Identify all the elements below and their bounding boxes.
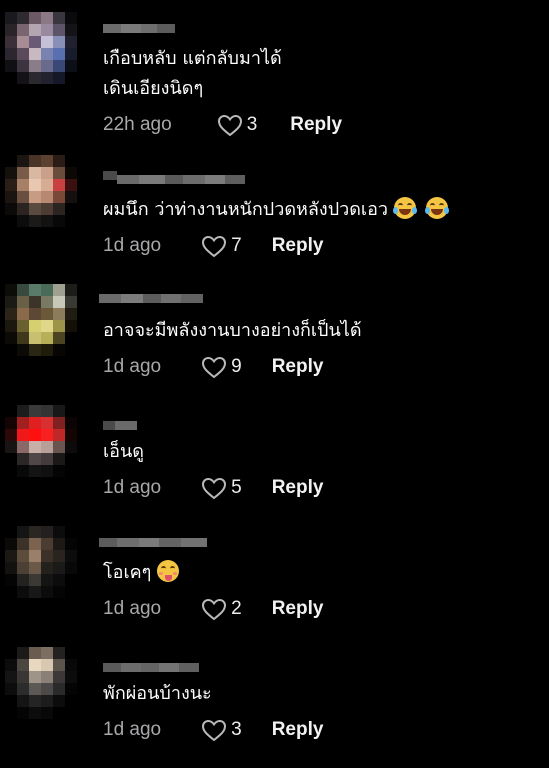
username[interactable] bbox=[103, 169, 245, 191]
avatar[interactable] bbox=[5, 12, 77, 84]
heart-icon bbox=[202, 235, 227, 257]
comment-item: ผมนึก ว่าท่างานหนักปวดหลังปวดเอว 1d ago … bbox=[0, 155, 549, 284]
username[interactable] bbox=[103, 415, 137, 437]
comment-meta: 1d ago 5 Reply bbox=[103, 474, 323, 502]
like-count: 5 bbox=[231, 477, 242, 498]
timestamp: 1d ago bbox=[103, 235, 162, 256]
like-button[interactable]: 7 bbox=[201, 235, 242, 258]
comment-text-line: เอ็นดู bbox=[103, 441, 144, 462]
like-button[interactable]: 9 bbox=[201, 356, 242, 379]
comment-meta: 1d ago 3 Reply bbox=[103, 716, 323, 744]
username[interactable] bbox=[99, 288, 203, 310]
like-count: 7 bbox=[231, 235, 242, 256]
heart-icon bbox=[202, 477, 227, 499]
avatar[interactable] bbox=[5, 405, 77, 477]
username[interactable] bbox=[103, 18, 175, 40]
comment-text: เอ็นดู bbox=[103, 437, 144, 467]
comment-text: อาจจะมีพลังงานบางอย่างก็เป็นได้ bbox=[103, 316, 362, 346]
comment-text: ผมนึก ว่าท่างานหนักปวดหลังปวดเอว bbox=[103, 195, 449, 225]
reply-button[interactable]: Reply bbox=[290, 114, 342, 136]
like-button[interactable]: 2 bbox=[201, 598, 242, 621]
comment-item: โอเคๆ 1d ago 2 Reply bbox=[0, 526, 549, 647]
avatar[interactable] bbox=[5, 647, 77, 719]
timestamp: 1d ago bbox=[103, 477, 162, 498]
comment-text-line: ผมนึก ว่าท่างานหนักปวดหลังปวดเอว bbox=[103, 199, 388, 220]
like-count: 9 bbox=[231, 356, 242, 377]
comment-item: เอ็นดู 1d ago 5 Reply bbox=[0, 405, 549, 526]
like-button[interactable]: 3 bbox=[217, 114, 258, 137]
comment-text: โอเคๆ bbox=[103, 558, 180, 588]
comment-meta: 1d ago 7 Reply bbox=[103, 232, 323, 260]
reply-button[interactable]: Reply bbox=[272, 356, 324, 378]
comment-text-line: อาจจะมีพลังงานบางอย่างก็เป็นได้ bbox=[103, 320, 362, 341]
timestamp: 22h ago bbox=[103, 114, 172, 135]
comment-text-line: เกือบหลับ แต่กลับมาได้ bbox=[103, 48, 282, 69]
avatar[interactable] bbox=[5, 155, 77, 227]
comment-text: เกือบหลับ แต่กลับมาได้ เดินเอียงนิดๆ bbox=[103, 44, 282, 104]
comment-text-line: โอเคๆ bbox=[103, 562, 152, 583]
like-button[interactable]: 5 bbox=[201, 477, 242, 500]
tears-of-joy-emoji bbox=[425, 197, 449, 219]
comment-text: พักผ่อนบ้างนะ bbox=[103, 679, 212, 709]
avatar[interactable] bbox=[5, 526, 77, 598]
comment-text-line: พักผ่อนบ้างนะ bbox=[103, 683, 212, 704]
comment-item: อาจจะมีพลังงานบางอย่างก็เป็นได้ 1d ago 9… bbox=[0, 284, 549, 405]
comment-meta: 22h ago 3 Reply bbox=[103, 111, 342, 139]
timestamp: 1d ago bbox=[103, 356, 162, 377]
comment-item: เกือบหลับ แต่กลับมาได้ เดินเอียงนิดๆ 22h… bbox=[0, 12, 549, 136]
comment-item: พักผ่อนบ้างนะ 1d ago 3 Reply bbox=[0, 647, 549, 768]
timestamp: 1d ago bbox=[103, 598, 162, 619]
heart-icon bbox=[202, 356, 227, 378]
like-count: 3 bbox=[246, 114, 258, 135]
avatar[interactable] bbox=[5, 284, 77, 356]
heart-icon bbox=[217, 114, 242, 136]
comment-meta: 1d ago 9 Reply bbox=[103, 353, 323, 381]
username[interactable] bbox=[99, 532, 207, 554]
comment-text-line: เดินเอียงนิดๆ bbox=[103, 78, 204, 99]
tears-of-joy-emoji bbox=[393, 197, 417, 219]
reply-button[interactable]: Reply bbox=[272, 235, 324, 257]
timestamp: 1d ago bbox=[103, 719, 162, 740]
reply-button[interactable]: Reply bbox=[272, 598, 324, 620]
reply-button[interactable]: Reply bbox=[272, 719, 324, 741]
heart-icon bbox=[202, 598, 227, 620]
reply-button[interactable]: Reply bbox=[272, 477, 324, 499]
like-count: 3 bbox=[231, 719, 242, 740]
heart-icon bbox=[202, 719, 227, 741]
username[interactable] bbox=[103, 657, 199, 679]
like-count: 2 bbox=[231, 598, 242, 619]
like-button[interactable]: 3 bbox=[201, 719, 242, 742]
comment-meta: 1d ago 2 Reply bbox=[103, 595, 323, 623]
savoring-food-emoji bbox=[157, 560, 180, 582]
